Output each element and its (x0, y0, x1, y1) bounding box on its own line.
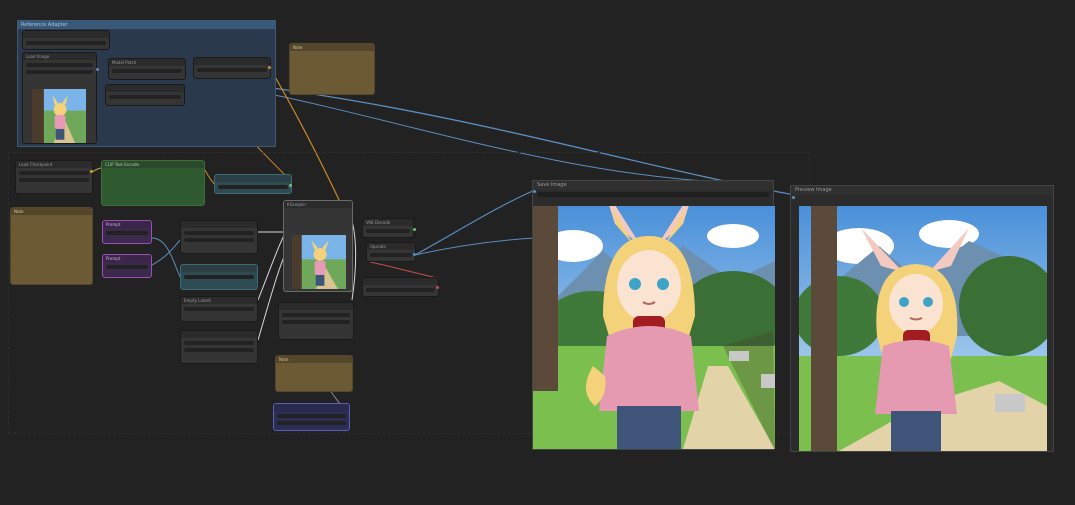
node-image-scale[interactable] (362, 277, 439, 297)
node-widget[interactable] (370, 253, 412, 257)
input-slot[interactable] (533, 190, 536, 193)
node-widget[interactable] (218, 185, 288, 189)
node-conditioning[interactable] (105, 84, 185, 106)
node-encode-a[interactable] (180, 220, 258, 254)
node-title (181, 265, 257, 272)
output-slot[interactable] (413, 228, 416, 231)
node-empty-latent[interactable]: Empty Latent (180, 296, 258, 322)
output-slot[interactable] (289, 184, 292, 187)
node-widget[interactable] (109, 95, 181, 99)
preview-image-output (799, 206, 1047, 451)
node-clip-set-layer[interactable] (214, 174, 292, 194)
node-vae-decode[interactable]: VAE Decode (362, 218, 414, 238)
node-title (274, 404, 349, 411)
node-vae-loader[interactable] (180, 330, 258, 364)
node-clip-text-positive[interactable]: CLIP Text Encode (101, 160, 205, 206)
node-widget[interactable] (184, 238, 254, 242)
node-widget[interactable] (277, 414, 346, 418)
node-title: Prompt (103, 221, 151, 228)
node-title: KSampler (284, 201, 352, 208)
node-note-left[interactable]: Note (10, 207, 93, 285)
output-slot[interactable] (268, 66, 271, 69)
node-title: Note (11, 208, 92, 215)
node-prompt-a[interactable]: Prompt (102, 220, 152, 244)
node-widget[interactable] (184, 341, 254, 345)
node-title: Preview Image (791, 186, 1053, 195)
node-title (194, 58, 270, 65)
node-clip-loader[interactable] (22, 30, 110, 50)
node-title (181, 331, 257, 338)
load-image-thumbnail (32, 89, 86, 143)
node-widget[interactable] (19, 171, 89, 175)
node-note-top[interactable]: Note (289, 43, 375, 95)
node-widget[interactable] (106, 265, 148, 269)
node-title: CLIP Text Encode (102, 161, 204, 168)
node-title: Upscale (367, 243, 415, 250)
node-note-bottom[interactable]: Note (275, 355, 353, 392)
node-latent-batch[interactable] (273, 403, 350, 431)
node-widget[interactable] (277, 421, 346, 425)
input-slot[interactable] (792, 196, 795, 199)
node-title (106, 85, 184, 92)
node-widget[interactable] (197, 68, 267, 72)
save-image-output (533, 206, 775, 449)
node-title: Model Patch (109, 59, 185, 66)
node-widget[interactable] (112, 69, 182, 73)
node-title (279, 303, 353, 310)
node-widget[interactable] (184, 231, 254, 235)
node-widget[interactable] (282, 313, 350, 317)
node-widget[interactable] (19, 178, 89, 182)
node-widget[interactable] (106, 231, 148, 235)
output-slot[interactable] (413, 253, 416, 256)
node-title: Note (276, 356, 352, 363)
output-slot[interactable] (96, 68, 99, 71)
node-widget[interactable] (282, 320, 350, 324)
node-sampler-settings[interactable] (278, 302, 354, 340)
node-title: Empty Latent (181, 297, 257, 304)
node-model-patch[interactable]: Model Patch (108, 58, 186, 80)
node-title: Prompt (103, 255, 151, 262)
node-save-image[interactable]: Save Image (532, 180, 775, 450)
node-prompt-b[interactable]: Prompt (102, 254, 152, 278)
group-title[interactable]: Reference Adapter (18, 21, 275, 29)
node-title (215, 175, 291, 182)
node-title: Save Image (533, 181, 773, 190)
node-upscale[interactable]: Upscale (366, 242, 416, 262)
node-widget[interactable] (184, 307, 254, 311)
node-widget[interactable] (26, 63, 93, 67)
output-slot[interactable] (436, 286, 439, 289)
node-graph-canvas[interactable]: Reference Adapter Load Image Model Patch (0, 0, 1075, 505)
ksampler-preview-thumbnail (292, 235, 346, 289)
node-encode-b[interactable] (180, 264, 258, 290)
output-slot[interactable] (90, 170, 93, 173)
node-title: Load Image (23, 53, 96, 60)
node-title (181, 221, 257, 228)
node-title (363, 278, 438, 285)
node-widget[interactable] (366, 229, 410, 233)
node-title: Note (290, 44, 374, 51)
node-preview-image[interactable]: Preview Image (790, 185, 1054, 452)
node-widget[interactable] (184, 275, 254, 279)
node-widget[interactable] (537, 192, 769, 197)
node-title: Load Checkpoint (16, 161, 92, 168)
node-checkpoint[interactable]: Load Checkpoint (15, 160, 93, 194)
node-title: VAE Decode (363, 219, 413, 226)
node-ksampler[interactable]: KSampler (283, 200, 353, 292)
node-widget[interactable] (26, 70, 93, 74)
node-load-image[interactable]: Load Image (22, 52, 97, 144)
node-widget[interactable] (26, 41, 106, 45)
node-title (23, 31, 109, 38)
node-widget[interactable] (184, 348, 254, 352)
node-widget[interactable] (366, 288, 435, 292)
node-adapter-apply[interactable] (193, 57, 271, 79)
